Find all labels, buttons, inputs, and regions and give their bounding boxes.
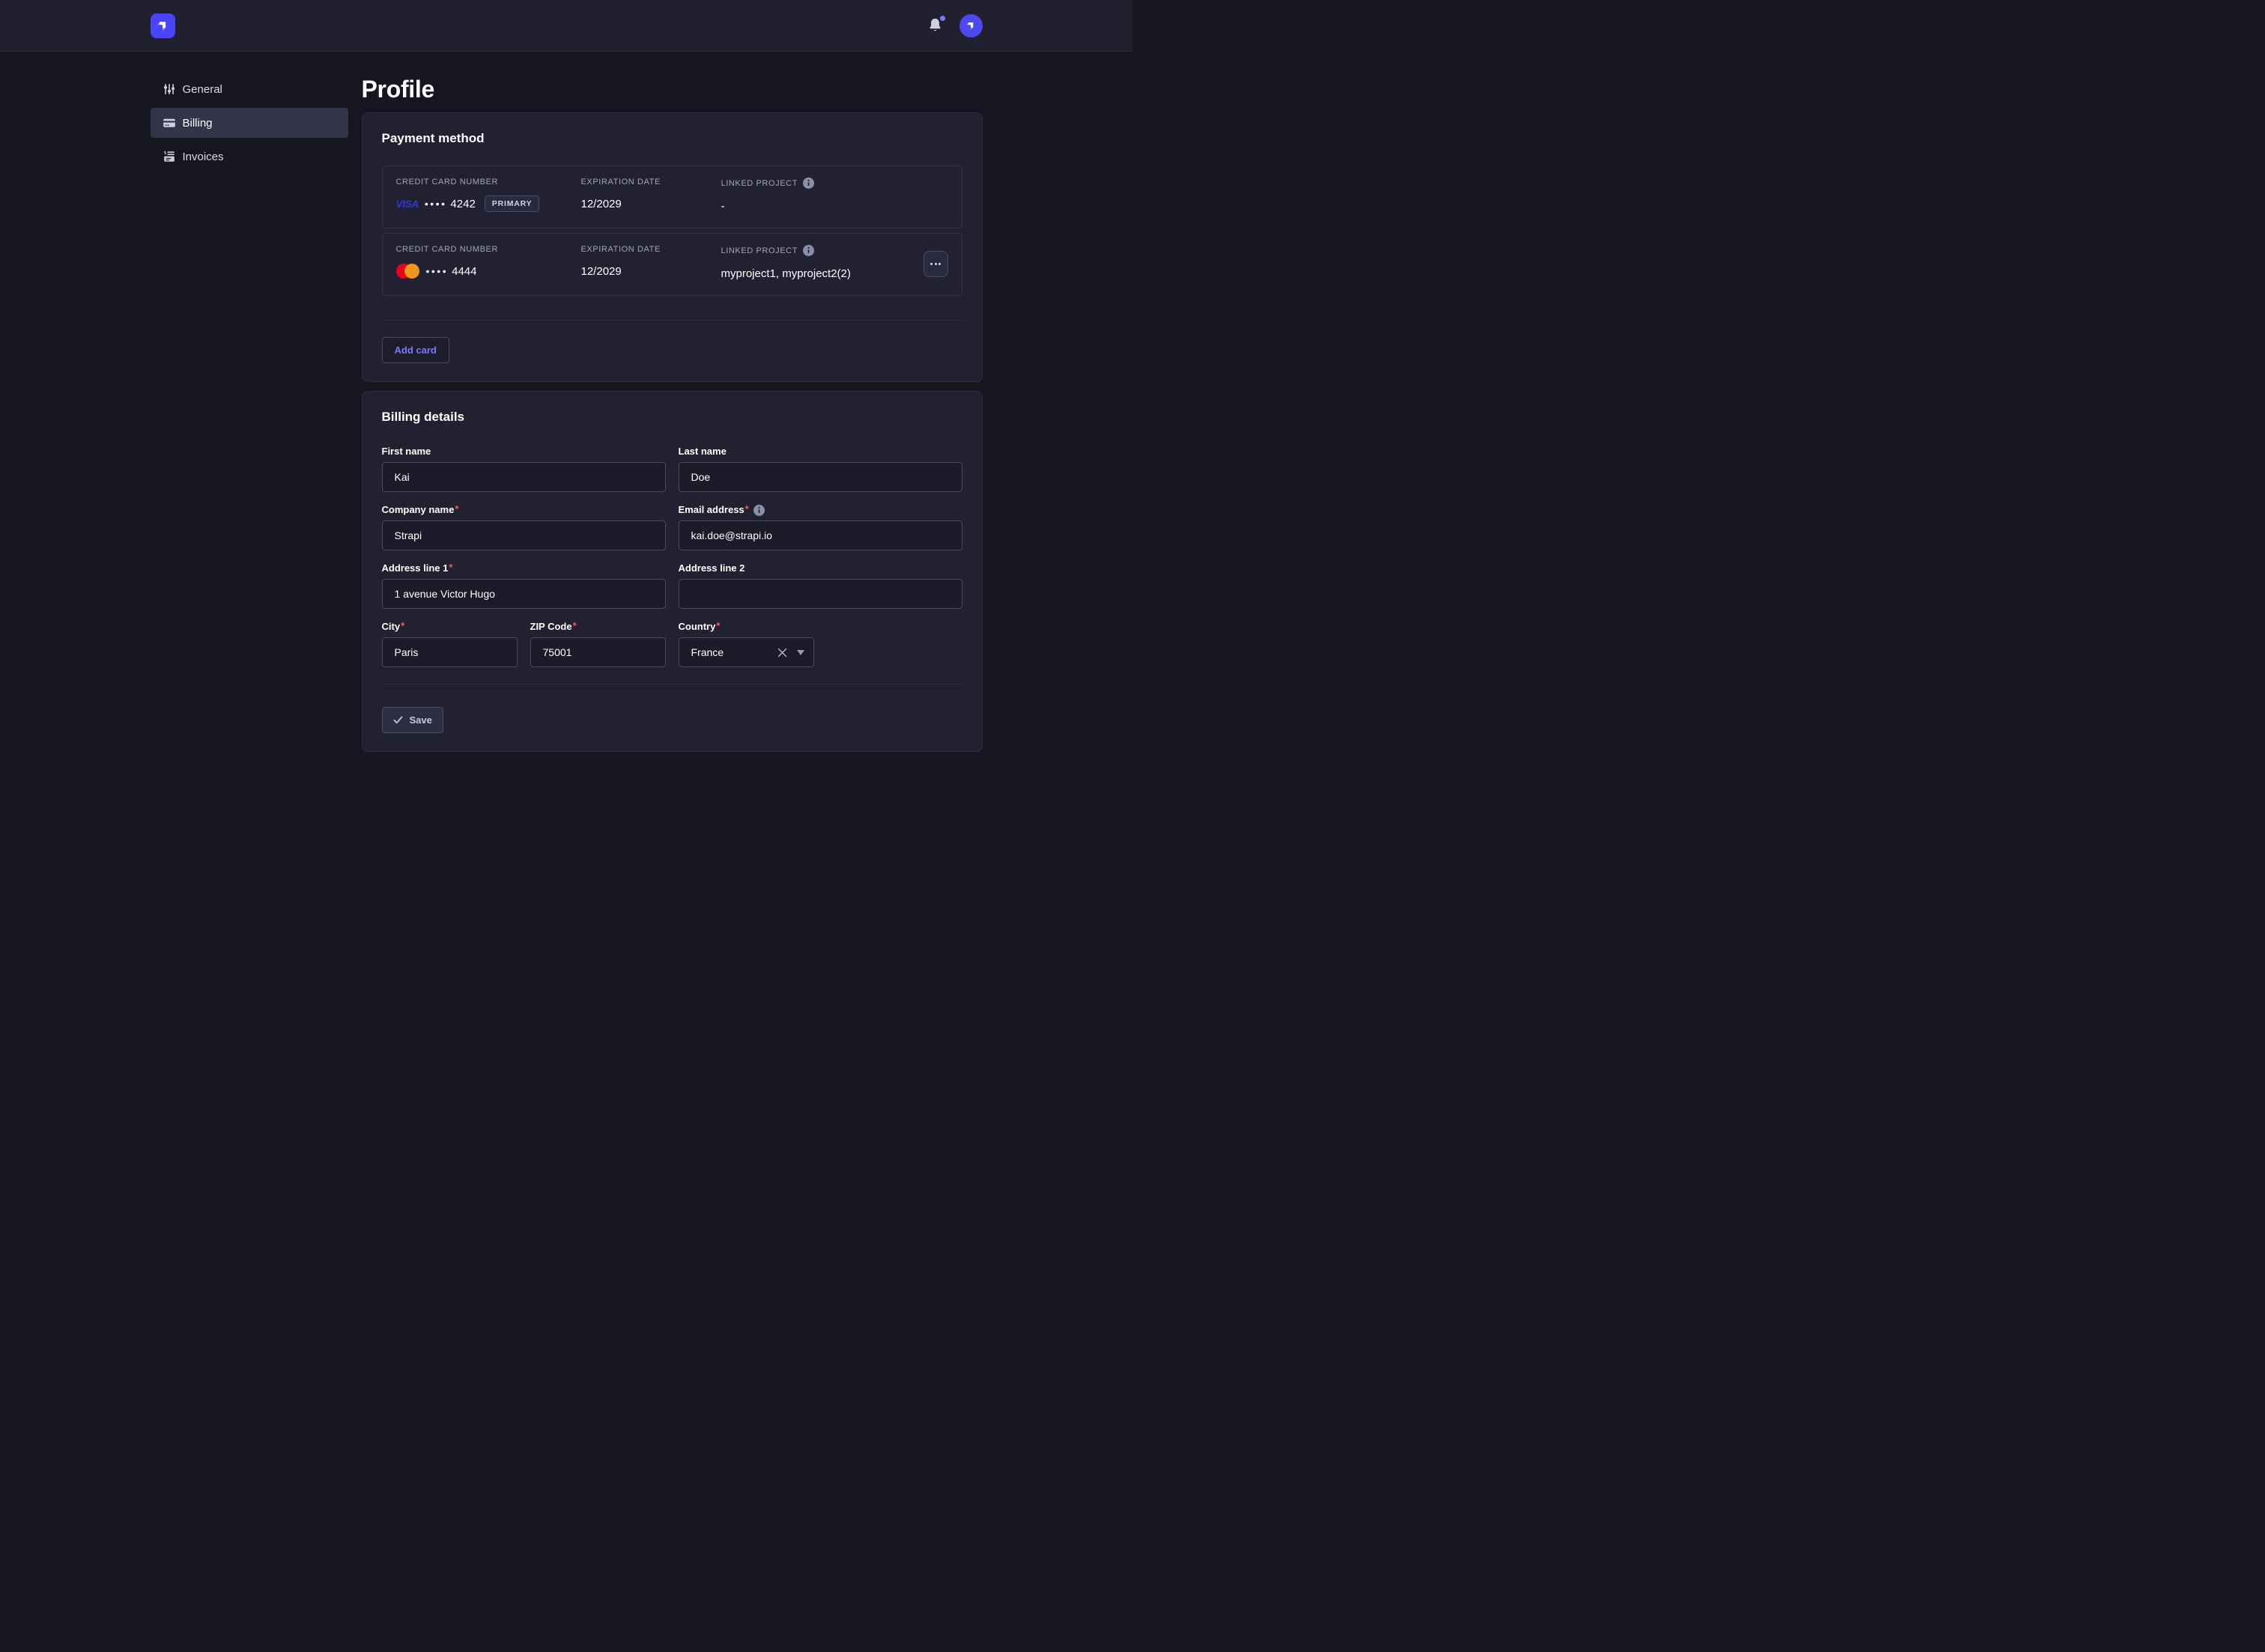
visa-logo: VISA	[396, 198, 419, 210]
notifications-button[interactable]	[927, 16, 944, 34]
first-name-field[interactable]	[382, 462, 666, 492]
email-field[interactable]	[679, 520, 962, 550]
country-label: Country*	[679, 621, 814, 633]
chevron-down-icon[interactable]	[797, 650, 804, 655]
info-icon[interactable]	[754, 505, 765, 516]
address-line1-field[interactable]	[382, 579, 666, 609]
first-name-label: First name	[382, 446, 666, 458]
page-title: Profile	[362, 74, 983, 104]
expiration-date-label: EXPIRATION DATE	[581, 245, 721, 254]
email-label: Email address*	[679, 504, 962, 516]
sliders-icon	[163, 82, 176, 96]
credit-card-row: CREDIT CARD NUMBER VISA •••• 4242 PRIMAR…	[382, 165, 962, 228]
country-select[interactable]: France	[679, 637, 814, 667]
address-line2-field[interactable]	[679, 579, 962, 609]
save-button[interactable]: Save	[382, 707, 443, 733]
payment-method-heading: Payment method	[382, 131, 962, 146]
masked-digits: ••••	[425, 198, 447, 210]
billing-details-heading: Billing details	[382, 410, 962, 425]
check-icon	[393, 716, 403, 724]
settings-nav: General Billing	[151, 74, 348, 752]
company-name-label: Company name*	[382, 504, 666, 516]
country-value: France	[691, 646, 776, 658]
payment-method-card: Payment method CREDIT CARD NUMBER VISA •…	[362, 112, 983, 382]
expiration-date-label: EXPIRATION DATE	[581, 177, 721, 186]
sidebar-item-general[interactable]: General	[151, 74, 348, 104]
credit-card-row: CREDIT CARD NUMBER •••• 4444 EXPIRATION …	[382, 233, 962, 296]
linked-project-label: LINKED PROJECT	[721, 246, 798, 255]
primary-badge: PRIMARY	[485, 195, 540, 213]
linked-project-label: LINKED PROJECT	[721, 179, 798, 188]
main-content: Profile Payment method CREDIT CARD NUMBE…	[362, 74, 983, 752]
sidebar-item-invoices[interactable]: Invoices	[151, 142, 348, 171]
last-name-label: Last name	[679, 446, 962, 458]
sidebar-item-label: General	[183, 83, 222, 96]
divider	[382, 320, 962, 321]
app-root: General Billing	[0, 0, 1132, 752]
address-line1-label: Address line 1*	[382, 562, 666, 574]
city-field[interactable]	[382, 637, 518, 667]
card-last4: 4242	[450, 198, 475, 210]
credit-card-icon	[163, 116, 176, 130]
sidebar-item-label: Billing	[183, 117, 213, 130]
masked-digits: ••••	[426, 265, 449, 277]
company-name-field[interactable]	[382, 520, 666, 550]
zip-code-label: ZIP Code*	[530, 621, 666, 633]
mastercard-logo	[396, 264, 419, 279]
strapi-mark-icon	[965, 19, 977, 31]
clear-icon[interactable]	[776, 646, 789, 659]
top-bar	[0, 0, 1132, 52]
linked-project-value: myproject1, myproject2(2)	[721, 267, 851, 280]
city-label: City*	[382, 621, 518, 633]
linked-project-value: -	[721, 200, 725, 213]
save-button-label: Save	[410, 714, 432, 726]
invoice-icon	[163, 150, 176, 163]
notification-dot	[940, 16, 945, 21]
sidebar-item-label: Invoices	[183, 151, 224, 163]
info-icon[interactable]	[803, 245, 814, 256]
add-card-button[interactable]: Add card	[382, 337, 449, 363]
expiration-date-value: 12/2029	[581, 265, 622, 278]
last-name-field[interactable]	[679, 462, 962, 492]
credit-card-number-label: CREDIT CARD NUMBER	[396, 245, 581, 254]
sidebar-item-billing[interactable]: Billing	[151, 108, 348, 138]
zip-code-field[interactable]	[530, 637, 666, 667]
strapi-mark-icon	[155, 18, 170, 33]
user-avatar[interactable]	[959, 14, 983, 37]
expiration-date-value: 12/2029	[581, 198, 622, 210]
more-options-button[interactable]	[924, 251, 948, 277]
credit-card-number-label: CREDIT CARD NUMBER	[396, 177, 581, 186]
card-last4: 4444	[452, 265, 476, 278]
more-options-icon	[930, 263, 933, 265]
strapi-logo[interactable]	[151, 13, 175, 38]
info-icon[interactable]	[803, 177, 814, 189]
billing-details-card: Billing details First name Last name Com…	[362, 391, 983, 752]
billing-form: First name Last name Company name*	[382, 446, 962, 667]
address-line2-label: Address line 2	[679, 562, 962, 574]
